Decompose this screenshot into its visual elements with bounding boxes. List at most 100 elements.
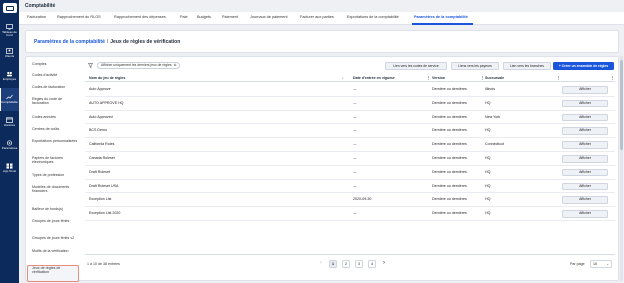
sidemenu-item[interactable]: Groupes de jours fériés: [32, 219, 78, 223]
tab-exportations[interactable]: Exportations de la comptabilité: [347, 15, 399, 19]
view-button[interactable]: Afficher: [562, 182, 608, 191]
tab-rapprochement-rlgs[interactable]: Rapprochement du RLGS: [57, 15, 101, 19]
tab-facturer-parties[interactable]: Facturer aux parties: [300, 15, 334, 19]
cell-name: Canada Ruleset: [89, 156, 115, 160]
rail-item-schedule[interactable]: Horaires: [0, 111, 19, 134]
column-header-menu-icon[interactable]: ⋮: [427, 76, 431, 80]
column-header-menu-icon[interactable]: ⋮: [611, 76, 615, 80]
sidemenu-item[interactable]: Bailleur de fonds(s): [32, 207, 78, 211]
cell-name: Exception List: [89, 197, 112, 202]
sort-down-icon[interactable]: ↓: [342, 76, 344, 80]
view-button[interactable]: Afficher: [562, 168, 608, 177]
cell-branch: HQ: [485, 197, 491, 202]
tab-budgets[interactable]: Budgets: [197, 15, 211, 19]
filter-chip[interactable]: Afficher uniquement les derniers jeux de…: [97, 62, 181, 69]
view-button[interactable]: Afficher: [562, 113, 608, 122]
breadcrumb-separator: /: [106, 39, 109, 45]
cell-name: Auto Approve: [89, 87, 111, 91]
breadcrumb-parent-link[interactable]: Paramètres de la comptabilité: [34, 39, 105, 45]
view-button[interactable]: Afficher: [562, 196, 608, 204]
table-row: Auto Approve — Dernière ou dernières Illino…: [85, 83, 615, 97]
entries-count: 1 à 10 de 38 entrées: [87, 262, 120, 266]
sidemenu-item[interactable]: Papiers de factures électroniques: [32, 156, 78, 164]
cell-branch: HQ: [485, 183, 491, 188]
filter-icon[interactable]: [88, 63, 93, 68]
link-service-codes-button[interactable]: Lien vers les codes de service: [385, 62, 447, 70]
view-button[interactable]: Afficher: [562, 141, 608, 149]
app-logo[interactable]: [2, 3, 17, 13]
cell-date: —: [353, 114, 357, 119]
link-payers-button[interactable]: Liens vers les payeurs: [451, 62, 499, 70]
rail-item-app-tools[interactable]: App Tools: [0, 157, 19, 180]
per-page-select[interactable]: 10 ⌄: [590, 260, 612, 268]
sidemenu-item[interactable]: Codes de facturation: [32, 85, 78, 89]
column-header-name[interactable]: Nom du jeu de règles: [89, 76, 125, 80]
chevron-down-icon: ⌄: [606, 262, 609, 266]
tab-journaux-paiement[interactable]: Journaux de paiement: [250, 15, 288, 19]
sidemenu-item[interactable]: Modèles de documents financiers: [32, 185, 78, 193]
scrollbar-thumb[interactable]: [620, 60, 623, 150]
table-row: Draft Ruleset — Dernière ou dernières HQ Aff…: [85, 166, 615, 180]
column-header-branch[interactable]: Succursale: [485, 76, 504, 80]
link-branches-button[interactable]: Lien vers les branches: [503, 62, 551, 70]
sidemenu-item[interactable]: Types de profession: [32, 173, 78, 177]
page-button-4[interactable]: 4: [368, 260, 376, 268]
next-page-icon[interactable]: ›: [380, 260, 388, 268]
rail-item-settings[interactable]: Paramètres: [0, 134, 19, 157]
sidemenu-item[interactable]: Comptes: [32, 62, 78, 66]
prev-page-icon[interactable]: ‹: [317, 260, 325, 268]
cell-name: BCS Demo: [89, 128, 107, 133]
column-header-menu-icon[interactable]: ⋮: [557, 76, 561, 80]
sidemenu-item[interactable]: Règles du code de facturation: [32, 97, 78, 105]
column-header-date[interactable]: Date d'entrée en vigueur: [353, 76, 395, 80]
page-button-3[interactable]: 3: [355, 260, 363, 268]
chip-close-icon[interactable]: ⊗: [174, 63, 177, 67]
create-ruleset-button[interactable]: + Créer un ensemble de règles: [553, 62, 614, 70]
tab-paiement[interactable]: Paiement: [222, 15, 238, 19]
view-button[interactable]: Afficher: [562, 210, 608, 218]
column-header-version[interactable]: Version: [432, 76, 445, 80]
sidemenu-item-selected[interactable]: Jeux de règles de vérification: [32, 266, 78, 274]
view-button[interactable]: Afficher: [562, 127, 608, 135]
table-row: Exception List 2020-09-30 Dernière ou dern…: [85, 193, 615, 208]
cell-version: Dernière ou dernières: [432, 211, 467, 216]
cell-name: California Rules: [89, 142, 115, 147]
rail-item-accounting[interactable]: Comptabilité: [0, 88, 19, 111]
rail-item-clients[interactable]: Clients: [0, 42, 19, 65]
accounting-icon: [6, 95, 13, 100]
table-row: Canada Ruleset — Dernière ou dernières HQ Af…: [85, 152, 615, 166]
left-rail: Tableau de bord Clients Employés Comptab…: [0, 0, 19, 283]
tab-parametres-comptabilite[interactable]: Paramètres de la comptabilité: [414, 15, 468, 19]
breadcrumb-card: Paramètres de la comptabilité / Jeux de rè…: [25, 30, 619, 53]
cell-version: Dernière ou dernières: [432, 128, 467, 133]
cell-date: 2020-09-30: [353, 197, 372, 202]
tab-rapprochement-depenses[interactable]: Rapprochement des dépenses: [114, 15, 166, 19]
tab-facturation[interactable]: Facturation: [27, 15, 46, 19]
cell-date: —: [353, 87, 357, 91]
sidemenu-item[interactable]: Groupes de jours fériés v2: [32, 236, 78, 240]
calendar-icon: [6, 117, 13, 124]
main-card: Comptes Codes d'activité Codes de factur…: [25, 56, 619, 282]
sidemenu-item[interactable]: Motifs de la vérification: [32, 249, 78, 253]
sidemenu-item[interactable]: Centres de coûts: [32, 127, 78, 131]
breadcrumb: Paramètres de la comptabilité / Jeux de rè…: [34, 39, 180, 45]
sidemenu-item[interactable]: Codes d'activité: [32, 73, 78, 77]
top-tabs: Facturation Rapprochement du RLGS Rappro…: [19, 12, 624, 25]
view-button[interactable]: Afficher: [562, 155, 608, 163]
page-button-2[interactable]: 2: [342, 260, 350, 268]
page-scrollbar[interactable]: [620, 56, 623, 281]
view-button[interactable]: Afficher: [562, 86, 608, 94]
sidemenu-item[interactable]: Codes annulés: [32, 115, 78, 119]
cell-date: —: [353, 100, 357, 105]
cell-date: —: [353, 156, 357, 160]
tab-paie[interactable]: Paie: [180, 15, 188, 19]
sidemenu-item[interactable]: Exportations personnalisées: [32, 139, 78, 143]
rail-item-employees[interactable]: Employés: [0, 65, 19, 88]
cell-branch: HQ: [485, 211, 491, 216]
view-button[interactable]: Afficher: [562, 99, 608, 108]
page-button-1[interactable]: 1: [329, 260, 337, 268]
rail-label: Horaires: [3, 123, 16, 128]
rail-item-dashboard[interactable]: Tableau de bord: [0, 19, 19, 42]
cell-branch: Illinois: [485, 87, 495, 91]
cell-date: —: [353, 128, 357, 133]
